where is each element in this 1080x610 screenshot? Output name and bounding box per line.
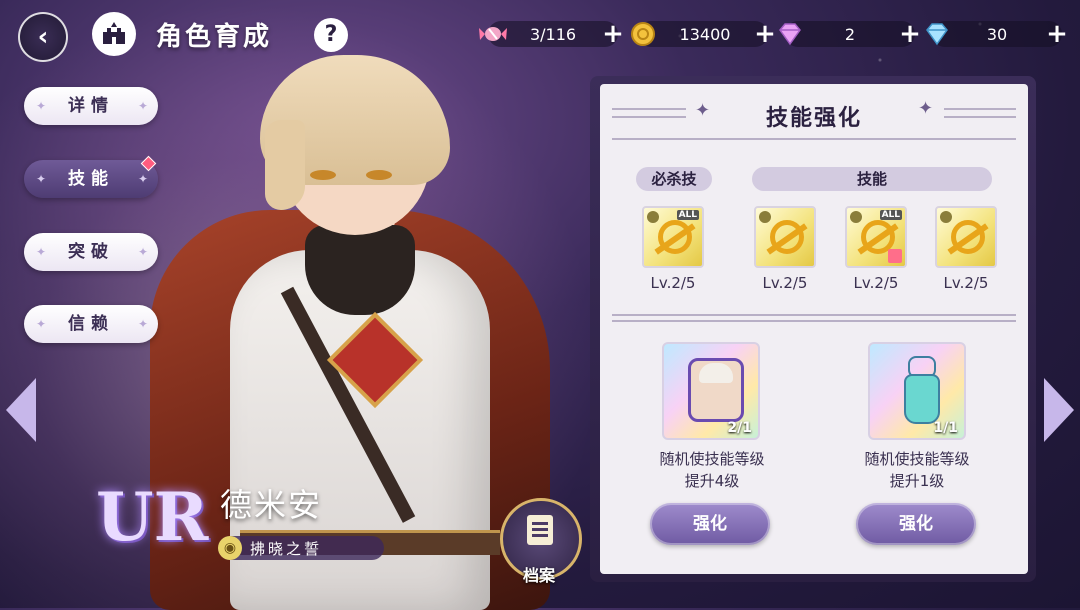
sparkle-icon: ✦ <box>36 99 47 113</box>
divider <box>612 138 1016 140</box>
item-desc-line: 提升1级 <box>889 472 945 490</box>
back-arrow-icon: ‹ <box>37 22 49 52</box>
skill-level: Lv.2/5 <box>650 274 696 292</box>
candy-icon <box>478 19 508 49</box>
pink-diamond-icon <box>775 19 805 49</box>
home-button[interactable] <box>92 12 136 56</box>
previous-character-arrow-icon[interactable] <box>6 378 36 442</box>
nav-skills-label: 技能 <box>68 169 114 189</box>
help-button[interactable]: ? <box>314 18 348 52</box>
nav-details-button[interactable]: ✦ 详情 ✦ <box>24 87 158 125</box>
add-candy-button[interactable]: + <box>598 19 628 49</box>
rarity-badge: UR <box>96 478 209 556</box>
enhance-button[interactable]: 强化 <box>856 503 976 545</box>
gold-coin-icon <box>628 19 658 49</box>
ultimate-tag: 必杀技 <box>636 167 712 191</box>
blue-diamond-value: 30 <box>986 24 1008 44</box>
character-eye-left <box>310 170 336 180</box>
item-desc-line: 随机使技能等级 <box>864 450 970 468</box>
top-bar: ‹ 角色育成 ? 3/116 + 13400 + 2 + 30 + <box>0 0 1080 70</box>
page-title: 角色育成 <box>156 22 273 52</box>
resource-candy: 3/116 + <box>478 18 628 50</box>
skill-level: Lv.2/5 <box>853 274 899 292</box>
nav-breakthrough-button[interactable]: ✦ 突破 ✦ <box>24 233 158 271</box>
crest-icon: ◉ <box>218 536 242 560</box>
character-hair-side <box>265 120 305 210</box>
item-desc-line: 提升4级 <box>684 472 740 490</box>
skill-all-badge: ALL <box>676 210 699 220</box>
skill-icon[interactable]: ALL <box>845 206 907 268</box>
nav-breakthrough-label: 突破 <box>68 242 114 262</box>
character-collar <box>305 225 415 315</box>
sparkle-icon: ✦ <box>36 245 47 259</box>
resource-blue-diamond: 30 + <box>922 18 1072 50</box>
resource-gold: 13400 + <box>628 18 778 50</box>
nav-trust-label: 信赖 <box>68 314 114 334</box>
archive-label: 档案 <box>522 566 555 585</box>
item-card[interactable]: 1/1 <box>868 342 966 440</box>
sparkle-icon: ✦ <box>137 245 148 259</box>
character-title: 拂晓之誓 <box>250 540 323 558</box>
item-desc-line: 随机使技能等级 <box>659 450 765 468</box>
skill-icon[interactable] <box>935 206 997 268</box>
character-portrait-icon <box>688 358 744 422</box>
ultimate-skill-icon[interactable]: ALL <box>642 206 704 268</box>
nav-skills-button[interactable]: ✦ 技能 ✦ <box>24 155 158 198</box>
skill-level: Lv.2/5 <box>762 274 808 292</box>
sparkle-icon: ✦ <box>36 172 47 186</box>
gear-icon <box>647 211 659 223</box>
nav-trust-button[interactable]: ✦ 信赖 ✦ <box>24 305 158 343</box>
divider <box>612 320 1016 322</box>
character-name: 德米安 <box>220 486 323 524</box>
panel-title: 技能强化 <box>765 106 862 131</box>
pink-diamond-value: 2 <box>844 24 856 44</box>
document-icon <box>527 515 553 545</box>
nav-details-label: 详情 <box>68 96 114 116</box>
item-count: 1/1 <box>933 420 958 436</box>
castle-icon <box>103 22 125 44</box>
potion-icon <box>904 374 940 424</box>
add-blue-diamond-button[interactable]: + <box>1042 19 1072 49</box>
divider <box>612 314 1016 316</box>
back-button[interactable]: ‹ <box>18 12 68 62</box>
sparkle-icon: ✦ <box>137 99 148 113</box>
add-pink-diamond-button[interactable]: + <box>895 19 925 49</box>
skill-panel <box>600 84 1028 574</box>
sparkle-icon: ✦ <box>137 317 148 331</box>
item-description: 随机使技能等级 提升1级 <box>837 448 997 492</box>
sparkle-icon: ✦ <box>36 317 47 331</box>
item-description: 随机使技能等级 提升4级 <box>632 448 792 492</box>
gold-value: 13400 <box>679 24 731 44</box>
gear-icon <box>940 211 952 223</box>
item-count: 2/1 <box>727 420 752 436</box>
skill-level: Lv.2/5 <box>943 274 989 292</box>
skill-tag: 技能 <box>752 167 992 191</box>
skill-all-badge: ALL <box>879 210 902 220</box>
skill-icon[interactable] <box>754 206 816 268</box>
candy-value: 3/116 <box>529 24 577 44</box>
resource-pink-diamond: 2 + <box>775 18 925 50</box>
gear-icon <box>850 211 862 223</box>
item-card[interactable]: 2/1 <box>662 342 760 440</box>
character-eye-right <box>366 170 392 180</box>
sparkle-icon: ✦ <box>137 172 148 186</box>
skill-element-tag <box>888 249 902 263</box>
enhance-button[interactable]: 强化 <box>650 503 770 545</box>
gear-icon <box>759 211 771 223</box>
next-character-arrow-icon[interactable] <box>1044 378 1074 442</box>
blue-diamond-icon <box>922 19 952 49</box>
